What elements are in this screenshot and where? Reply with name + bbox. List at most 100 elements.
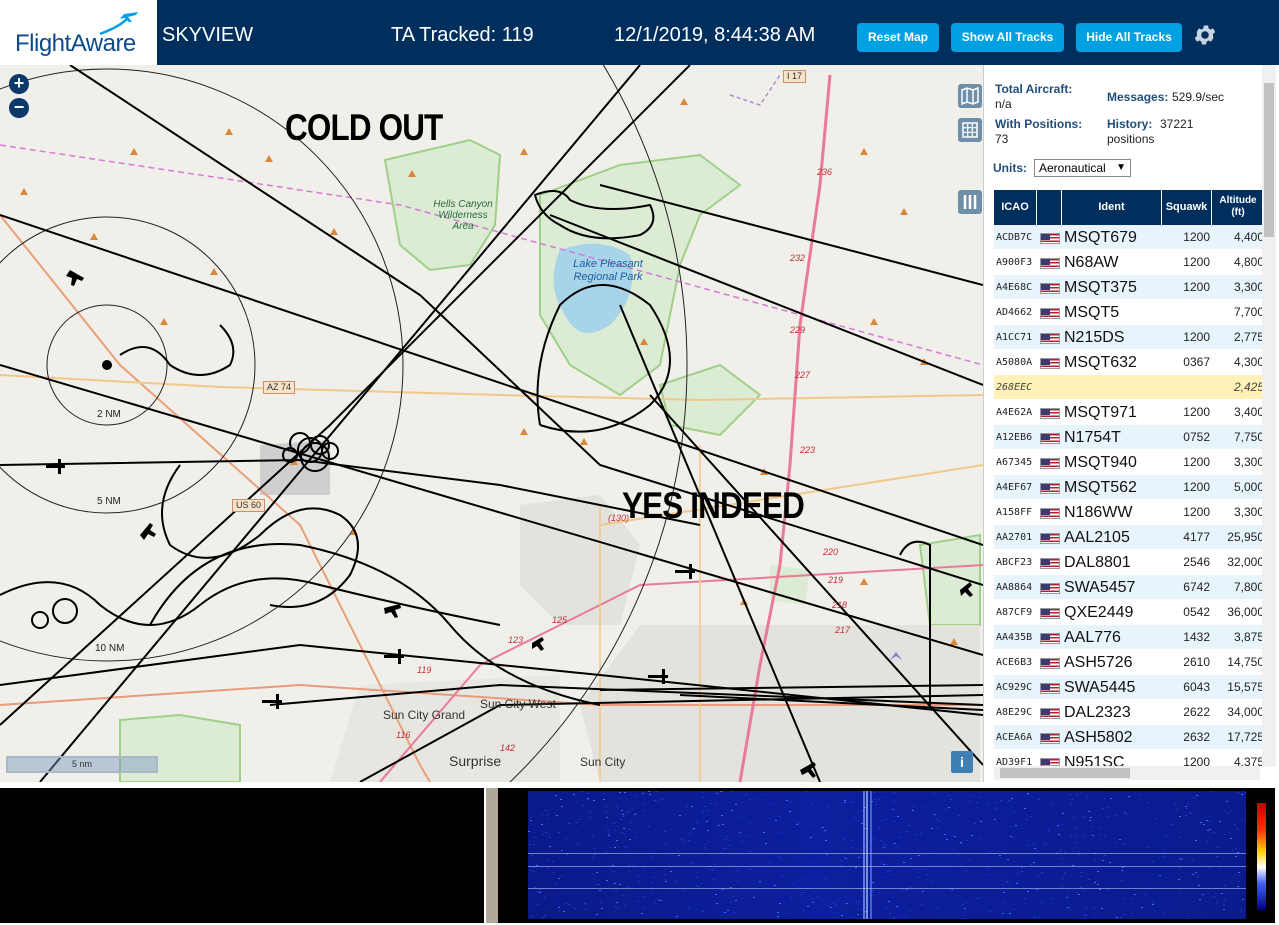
table-row[interactable]: AA435B AAL776 1432 3,875 — [994, 625, 1264, 650]
cell-ident: N186WW — [1064, 504, 1133, 521]
cell-icao: A4E62A — [996, 407, 1033, 418]
road-label-232: 232 — [790, 253, 806, 263]
grid-icon — [962, 122, 978, 138]
map-icon — [961, 86, 979, 106]
table-row[interactable]: A1CC71 N215DS 1200 2,775 — [994, 325, 1264, 350]
map-canvas[interactable] — [0, 65, 983, 782]
cell-flag — [1040, 450, 1060, 475]
cell-flag — [1040, 550, 1060, 575]
cell-icao: ACDB7C — [996, 232, 1033, 243]
messages-label: Messages: — [1107, 90, 1169, 104]
cell-ident: MSQT940 — [1064, 454, 1137, 471]
table-row[interactable]: A87CF9 QXE2449 0542 36,000 — [994, 600, 1264, 625]
cell-icao: A900F3 — [996, 257, 1033, 268]
cell-altitude: 2,425 — [1233, 380, 1264, 394]
history-unit: positions — [1107, 132, 1155, 146]
vertical-scroll-thumb[interactable] — [1264, 83, 1274, 237]
cell-icao: A8E29C — [996, 707, 1033, 718]
gear-icon[interactable] — [1192, 22, 1218, 48]
with-positions-value: 73 — [995, 132, 1009, 146]
cell-ident: MSQT562 — [1064, 479, 1137, 496]
table-row[interactable]: A158FF N186WW 1200 3,300 — [994, 500, 1264, 525]
us60-shield: US 60 — [232, 499, 266, 512]
road-label-219: 219 — [828, 575, 844, 585]
table-row[interactable]: AA8864 SWA5457 6742 7,800 — [994, 575, 1264, 600]
cell-icao: ACE6B3 — [996, 657, 1033, 668]
table-row[interactable]: AD4662 MSQT5 7,700 — [994, 300, 1264, 325]
zoom-in-button[interactable]: + — [9, 74, 29, 94]
horizontal-scrollbar[interactable] — [994, 766, 1260, 780]
col-flag[interactable] — [1037, 190, 1062, 225]
map-view[interactable]: 236 232 229 227 223 220 219 218 217 125 … — [0, 65, 983, 782]
cell-flag — [1040, 300, 1060, 325]
table-row[interactable]: ACEA6A ASH5802 2632 17,725 — [994, 725, 1264, 750]
grid-view-button[interactable] — [958, 118, 982, 142]
table-row[interactable]: A4EF67 MSQT562 1200 5,000 — [994, 475, 1264, 500]
with-positions-label: With Positions: — [995, 117, 1083, 131]
overlay-text-yes-indeed: YES INDEED — [622, 485, 805, 526]
us-flag-icon — [1040, 708, 1060, 719]
units-select[interactable]: Aeronautical ▼ — [1034, 159, 1131, 177]
waterfall-canvas — [528, 791, 1246, 919]
cell-altitude: 3,875 — [1233, 630, 1264, 644]
us-flag-icon — [1040, 733, 1060, 744]
col-altitude[interactable]: Altitude (ft) — [1212, 190, 1264, 225]
cell-squawk: 1200 — [1183, 255, 1210, 269]
table-row[interactable]: A12EB6 N1754T 0752 7,750 — [994, 425, 1264, 450]
panel-divider[interactable] — [486, 788, 498, 923]
cell-altitude: 25,950 — [1227, 530, 1264, 544]
cell-icao: A12EB6 — [996, 432, 1033, 443]
sun-city-grand-label: Sun City Grand — [383, 708, 466, 722]
i17-shield: I 17 — [783, 70, 807, 83]
cell-squawk — [1164, 375, 1210, 400]
reset-map-button[interactable]: Reset Map — [857, 23, 939, 52]
horizontal-scroll-thumb[interactable] — [1000, 768, 1130, 778]
table-row[interactable]: A4E68C MSQT375 1200 3,300 — [994, 275, 1264, 300]
table-row[interactable]: A4E62A MSQT971 1200 3,400 — [994, 400, 1264, 425]
table-header: ICAO Ident Squawk Altitude (ft) — [994, 190, 1264, 225]
table-row[interactable]: A8E29C DAL2323 2622 34,000 — [994, 700, 1264, 725]
show-all-tracks-button[interactable]: Show All Tracks — [951, 23, 1064, 52]
cell-flag — [1040, 400, 1060, 425]
cell-squawk: 6742 — [1183, 580, 1210, 594]
table-row[interactable]: AC929C SWA5445 6043 15,575 — [994, 675, 1264, 700]
col-ident[interactable]: Ident — [1062, 190, 1162, 225]
map-layer-button[interactable] — [958, 84, 982, 108]
cell-altitude: 4,800 — [1233, 255, 1264, 269]
table-row[interactable]: A67345 MSQT940 1200 3,300 — [994, 450, 1264, 475]
ring-label-10nm: 10 NM — [95, 643, 125, 654]
us-flag-icon — [1040, 508, 1060, 519]
cell-squawk: 4177 — [1183, 530, 1210, 544]
columns-button[interactable] — [958, 190, 982, 214]
col-icao[interactable]: ICAO — [994, 190, 1037, 225]
table-row[interactable]: ACE6B3 ASH5726 2610 14,750 — [994, 650, 1264, 675]
color-scale-bar — [1257, 803, 1266, 910]
cell-flag — [1040, 225, 1060, 250]
zoom-out-button[interactable]: − — [9, 98, 29, 118]
info-button[interactable]: i — [951, 751, 973, 773]
table-row[interactable]: ABCF23 DAL8801 2546 32,000 — [994, 550, 1264, 575]
cell-squawk: 0542 — [1183, 605, 1210, 619]
cell-altitude: 3,300 — [1233, 505, 1264, 519]
dropdown-arrow-icon: ▼ — [1116, 162, 1126, 173]
table-row[interactable]: AA2701 AAL2105 4177 25,950 — [994, 525, 1264, 550]
cell-ident: ASH5726 — [1064, 654, 1133, 671]
table-row[interactable]: 268EEC 2,425 — [994, 375, 1264, 400]
cell-altitude: 3,300 — [1233, 455, 1264, 469]
cell-ident — [1064, 375, 1164, 400]
table-row[interactable]: ACDB7C MSQT679 1200 4,400 — [994, 225, 1264, 250]
cell-altitude: 5,000 — [1233, 480, 1264, 494]
table-row[interactable]: A900F3 N68AW 1200 4,800 — [994, 250, 1264, 275]
hide-all-tracks-button[interactable]: Hide All Tracks — [1076, 23, 1182, 52]
flightaware-logo[interactable]: FlightAware — [0, 0, 157, 65]
table-body: ACDB7C MSQT679 1200 4,400 A900F3 N68AW 1200 4,8… — [994, 225, 1264, 775]
messages-value: 529.9/sec — [1172, 90, 1225, 104]
us-flag-icon — [1040, 408, 1060, 419]
cell-altitude: 34,000 — [1227, 705, 1264, 719]
us-flag-icon — [1040, 308, 1060, 319]
col-squawk[interactable]: Squawk — [1162, 190, 1212, 225]
sun-city-west-label: Sun City West — [480, 697, 556, 711]
table-row[interactable]: A5080A MSQT632 0367 4,300 — [994, 350, 1264, 375]
vertical-scrollbar[interactable] — [1262, 65, 1276, 767]
overlay-text-cold-out: COLD OUT — [285, 107, 443, 148]
